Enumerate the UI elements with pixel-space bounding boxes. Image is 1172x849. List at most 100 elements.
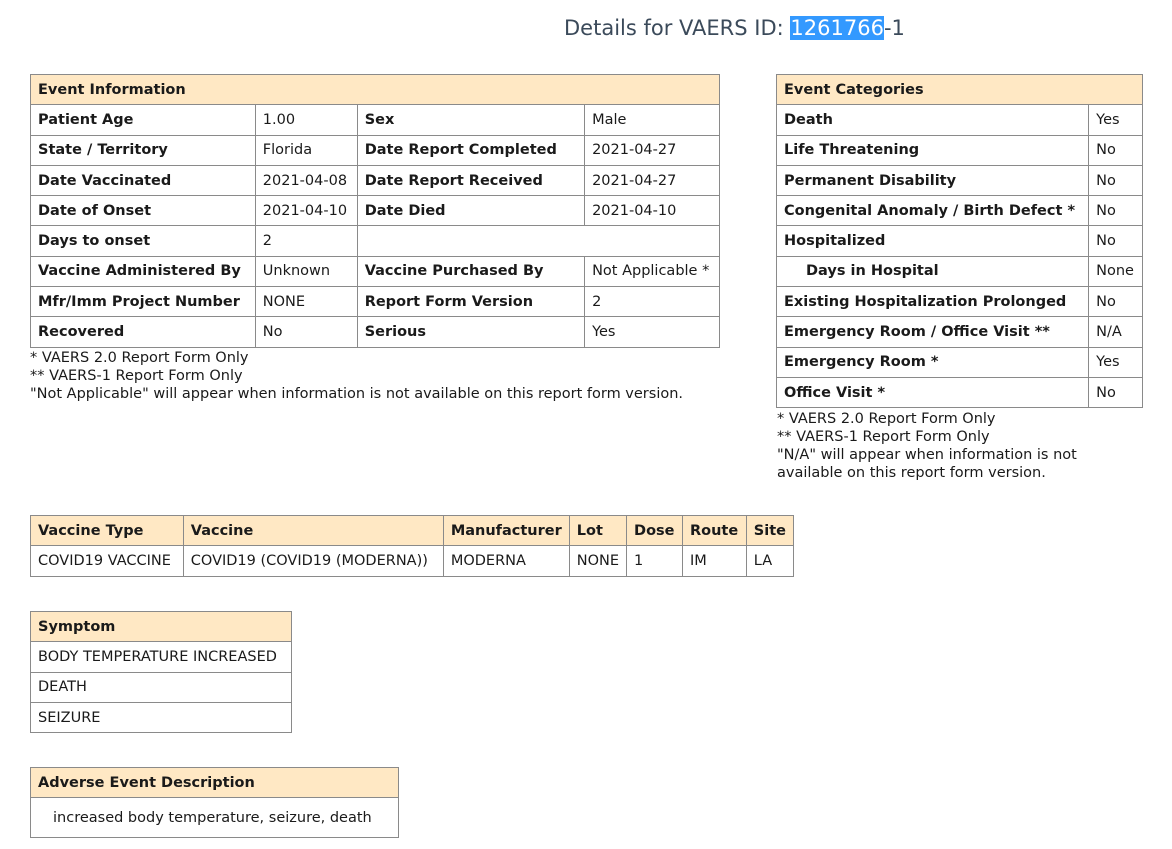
footnote: "Not Applicable" will appear when inform… bbox=[30, 386, 684, 402]
field-label: Report Form Version bbox=[356, 286, 586, 318]
field-value: 2021-04-27 bbox=[584, 164, 720, 197]
field-label: Patient Age bbox=[30, 104, 256, 136]
field-label: Vaccine Purchased By bbox=[356, 255, 586, 288]
vaccine-header-row: Vaccine Type Vaccine Manufacturer Lot Do… bbox=[30, 514, 795, 547]
field-value: NONE bbox=[254, 286, 358, 318]
site-cell: LA bbox=[745, 545, 795, 577]
empty-cell bbox=[356, 225, 721, 257]
category-value: No bbox=[1088, 376, 1143, 409]
field-value: 2021-04-10 bbox=[254, 195, 358, 227]
vaccine-type-cell: COVID19 VACCINE bbox=[30, 545, 184, 577]
table-row: COVID19 VACCINE COVID19 (COVID19 (MODERN… bbox=[30, 545, 795, 577]
category-label: Permanent Disability bbox=[775, 164, 1090, 197]
event-categories-heading: Event Categories bbox=[776, 73, 1143, 106]
column-header: Dose bbox=[626, 514, 683, 547]
symptom-cell: SEIZURE bbox=[30, 701, 292, 734]
field-value: Florida bbox=[254, 134, 358, 166]
column-header: Vaccine bbox=[182, 514, 444, 547]
field-value: 2 bbox=[584, 286, 720, 318]
field-label: Date Report Completed bbox=[356, 134, 586, 166]
field-label: Days to onset bbox=[30, 225, 256, 257]
table-row: Days in Hospital None bbox=[775, 255, 1143, 288]
description-row: increased body temperature, seizure, dea… bbox=[30, 797, 399, 839]
field-value: Unknown bbox=[254, 255, 358, 288]
vaccine-name-cell: COVID19 (COVID19 (MODERNA)) bbox=[182, 545, 444, 577]
category-value: Yes bbox=[1088, 104, 1143, 136]
list-item: SEIZURE bbox=[30, 701, 292, 734]
column-header: Manufacturer bbox=[442, 514, 570, 547]
lot-cell: NONE bbox=[568, 545, 628, 577]
table-row: Days to onset 2 bbox=[30, 225, 721, 257]
category-label: Emergency Room * bbox=[775, 346, 1090, 378]
symptom-cell: DEATH bbox=[30, 671, 292, 703]
field-value: Not Applicable * bbox=[584, 255, 720, 288]
field-label: Date Vaccinated bbox=[30, 164, 256, 197]
category-value: No bbox=[1088, 286, 1143, 318]
category-label: Hospitalized bbox=[775, 225, 1090, 257]
category-label: Life Threatening bbox=[775, 134, 1090, 166]
table-row: Vaccine Administered By Unknown Vaccine … bbox=[30, 255, 720, 288]
dose-cell: 1 bbox=[626, 545, 683, 577]
adverse-event-description-table: Adverse Event Description increased body… bbox=[30, 766, 399, 839]
field-value: Male bbox=[584, 104, 720, 136]
category-value: Yes bbox=[1088, 346, 1143, 378]
footnote: * VAERS 2.0 Report Form Only bbox=[30, 350, 249, 366]
field-value: 2 bbox=[254, 225, 358, 257]
symptom-header-row: Symptom bbox=[30, 610, 292, 643]
selected-vaers-id[interactable]: 1261766 bbox=[790, 16, 884, 40]
column-header: Route bbox=[681, 514, 747, 547]
column-header: Lot bbox=[568, 514, 628, 547]
category-label: Office Visit * bbox=[775, 376, 1090, 409]
table-row: Recovered No Serious Yes bbox=[30, 316, 720, 348]
table-row: State / Territory Florida Date Report Co… bbox=[30, 134, 720, 166]
category-value: No bbox=[1088, 164, 1143, 197]
field-label: Sex bbox=[356, 104, 586, 136]
category-value: No bbox=[1088, 134, 1143, 166]
table-row: Permanent Disability No bbox=[775, 164, 1143, 197]
table-row: Date Vaccinated 2021-04-08 Date Report R… bbox=[30, 164, 720, 197]
vaers-id-suffix: -1 bbox=[883, 16, 905, 40]
route-cell: IM bbox=[681, 545, 747, 577]
manufacturer-cell: MODERNA bbox=[442, 545, 570, 577]
symptom-cell: BODY TEMPERATURE INCREASED bbox=[30, 641, 292, 673]
field-value: No bbox=[254, 316, 358, 348]
field-label: Date Died bbox=[356, 195, 586, 227]
field-value: 1.00 bbox=[254, 104, 358, 136]
vaccine-table: Vaccine Type Vaccine Manufacturer Lot Do… bbox=[30, 514, 795, 577]
category-value: No bbox=[1088, 195, 1143, 227]
category-label: Congenital Anomaly / Birth Defect * bbox=[775, 195, 1090, 227]
column-header: Vaccine Type bbox=[30, 514, 184, 547]
event-information-table: Event Information Patient Age 1.00 Sex M… bbox=[30, 73, 721, 348]
event-categories-notes: * VAERS 2.0 Report Form Only ** VAERS-1 … bbox=[777, 410, 1077, 482]
footnote: available on this report form version. bbox=[777, 465, 1046, 481]
table-row: Death Yes bbox=[775, 104, 1143, 136]
table-row: Hospitalized No bbox=[775, 225, 1143, 257]
column-header: Site bbox=[745, 514, 795, 547]
field-label: Date of Onset bbox=[30, 195, 256, 227]
event-categories-header-row: Event Categories bbox=[776, 73, 1143, 106]
field-value: 2021-04-10 bbox=[584, 195, 720, 227]
table-row: Patient Age 1.00 Sex Male bbox=[30, 104, 720, 136]
footnote: ** VAERS-1 Report Form Only bbox=[777, 429, 990, 445]
adverse-event-text: increased body temperature, seizure, dea… bbox=[30, 797, 399, 839]
symptom-heading: Symptom bbox=[30, 610, 292, 643]
event-information-heading: Event Information bbox=[30, 73, 720, 106]
event-information-header-row: Event Information bbox=[30, 73, 720, 106]
table-row: Existing Hospitalization Prolonged No bbox=[775, 286, 1143, 318]
field-label: Recovered bbox=[30, 316, 256, 348]
category-label: Existing Hospitalization Prolonged bbox=[775, 286, 1090, 318]
category-label: Days in Hospital bbox=[775, 255, 1090, 288]
table-row: Mfr/Imm Project Number NONE Report Form … bbox=[30, 286, 720, 318]
footnote: ** VAERS-1 Report Form Only bbox=[30, 368, 243, 384]
field-value: 2021-04-27 bbox=[584, 134, 720, 166]
category-value: None bbox=[1088, 255, 1143, 288]
table-row: Emergency Room * Yes bbox=[775, 346, 1143, 378]
footnote: * VAERS 2.0 Report Form Only bbox=[777, 411, 996, 427]
table-row: Congenital Anomaly / Birth Defect * No bbox=[775, 195, 1143, 227]
field-label: State / Territory bbox=[30, 134, 256, 166]
description-header-row: Adverse Event Description bbox=[30, 766, 399, 799]
symptom-table: Symptom BODY TEMPERATURE INCREASED DEATH… bbox=[30, 610, 292, 734]
event-categories-table: Event Categories Death Yes Life Threaten… bbox=[775, 73, 1143, 409]
page-title: Details for VAERS ID: 1261766-1 bbox=[564, 16, 905, 40]
table-row: Date of Onset 2021-04-10 Date Died 2021-… bbox=[30, 195, 720, 227]
